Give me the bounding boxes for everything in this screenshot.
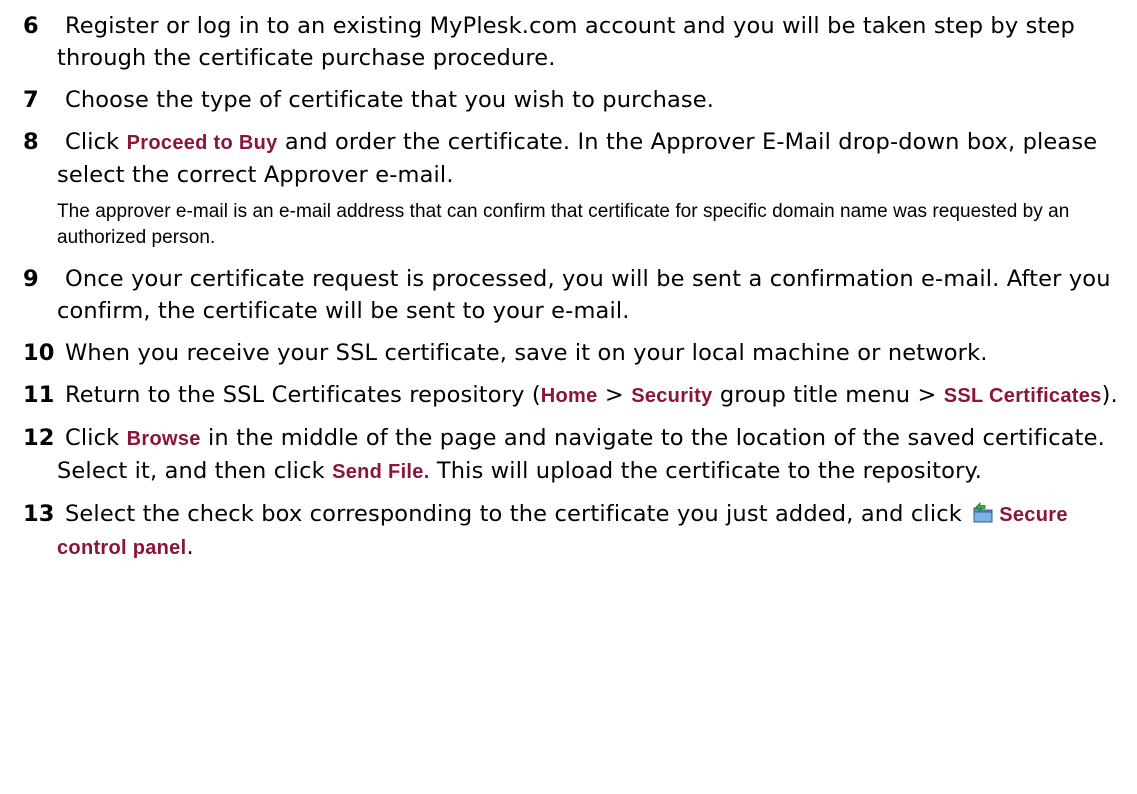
step-9: 9 Once your certificate request is proce…: [23, 263, 1129, 327]
step-text-mid: group title menu >: [712, 382, 944, 408]
step-text: Choose the type of certificate that you …: [65, 87, 715, 113]
step-10: 10 When you receive your SSL certificate…: [23, 337, 1129, 369]
step-number: 9: [23, 266, 39, 292]
step-7: 7 Choose the type of certificate that yo…: [23, 84, 1129, 116]
step-8: 8 Click Proceed to Buy and order the cer…: [23, 126, 1129, 191]
proceed-to-buy-reference: Proceed to Buy: [126, 132, 278, 154]
step-text: When you receive your SSL certificate, s…: [65, 340, 988, 366]
step-number: 6: [23, 13, 39, 39]
step-text: Once your certificate request is process…: [57, 266, 1111, 324]
step-text-pre: Return to the SSL Certificates repositor…: [65, 382, 541, 408]
step-text-post: This will upload the certificate to the …: [429, 458, 983, 484]
secure-panel-icon: [971, 501, 995, 523]
step-13: 13 Select the check box corresponding to…: [23, 498, 1129, 564]
step-number: 10: [23, 340, 55, 366]
step-number: 7: [23, 87, 39, 113]
step-text-pre: Select the check box corresponding to th…: [65, 501, 970, 527]
step-number: 13: [23, 501, 55, 527]
step-text-post: .: [186, 534, 194, 560]
step-text-pre: Click: [65, 425, 127, 451]
step-6: 6 Register or log in to an existing MyPl…: [23, 10, 1129, 74]
step-text: Register or log in to an existing MyPles…: [57, 13, 1075, 71]
step-text-pre: Click: [65, 129, 127, 155]
home-reference: Home: [540, 385, 598, 407]
approver-email-note: The approver e-mail is an e-mail address…: [57, 201, 1070, 248]
step-11: 11 Return to the SSL Certificates reposi…: [23, 379, 1129, 412]
send-file-reference: Send File.: [332, 461, 430, 483]
separator-text: >: [597, 382, 632, 408]
step-12: 12 Click Browse in the middle of the pag…: [23, 422, 1129, 488]
step-number: 8: [23, 129, 39, 155]
ssl-certificates-reference: SSL Certificates: [943, 385, 1102, 407]
browse-reference: Browse: [126, 428, 201, 450]
step-number: 12: [23, 425, 55, 451]
security-reference: Security: [631, 385, 713, 407]
step-number: 11: [23, 382, 55, 408]
step-text-post: ).: [1101, 382, 1118, 408]
document-page: 6 Register or log in to an existing MyPl…: [23, 10, 1129, 574]
